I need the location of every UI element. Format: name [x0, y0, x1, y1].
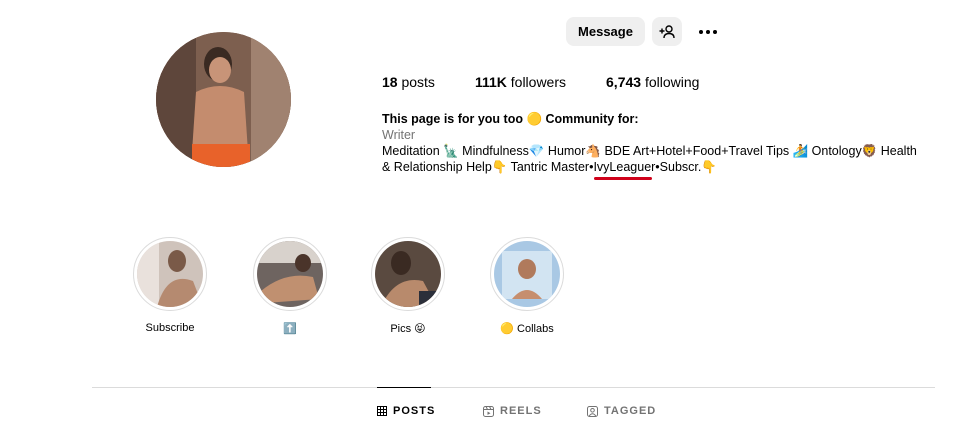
highlight-cover-image	[375, 241, 441, 307]
message-button[interactable]: Message	[566, 17, 645, 46]
highlight-cover-image	[257, 241, 323, 307]
bio-category: Writer	[382, 128, 416, 142]
tab-posts[interactable]: POSTS	[377, 405, 435, 417]
highlight-subscribe[interactable]: Subscribe	[133, 237, 207, 334]
tab-tagged[interactable]: TAGGED	[587, 405, 656, 417]
highlight-up[interactable]: ⬆️	[253, 237, 327, 335]
profile-avatar[interactable]	[156, 32, 291, 167]
profile-bio: This page is for you too 🟡 Community for…	[382, 111, 942, 180]
highlight-cover-image	[494, 241, 560, 307]
red-underline-annotation	[594, 177, 652, 180]
followers-stat[interactable]: 111K followers	[475, 74, 566, 90]
bio-title: This page is for you too 🟡 Community for…	[382, 112, 639, 126]
following-stat[interactable]: 6,743 following	[606, 74, 699, 90]
follow-button[interactable]	[652, 17, 682, 46]
bio-line-1: Meditation 🗽 Mindfulness💎 Humor🐴 BDE Art…	[382, 144, 917, 158]
highlight-collabs[interactable]: 🟡 Collabs	[490, 237, 564, 335]
tagged-icon	[587, 405, 598, 417]
reels-icon	[483, 405, 494, 417]
profile-stats: 18 posts 111K followers 6,743 following	[382, 74, 739, 90]
grid-icon	[377, 406, 387, 416]
person-add-icon	[659, 24, 675, 38]
posts-stat[interactable]: 18 posts	[382, 74, 435, 90]
highlight-label: Subscribe	[145, 322, 195, 334]
more-options-button[interactable]	[694, 18, 722, 45]
avatar-photo	[156, 32, 291, 167]
highlight-label: 🟡 Collabs	[500, 323, 554, 335]
tabs-divider	[92, 387, 935, 388]
active-tab-indicator	[377, 387, 431, 388]
more-options-icon	[699, 29, 717, 34]
tab-reels[interactable]: REELS	[483, 405, 542, 417]
highlight-label: ⬆️	[283, 323, 297, 335]
highlight-label: Pics 😝	[390, 323, 426, 335]
highlight-pics[interactable]: Pics 😝	[371, 237, 445, 335]
bio-line-2: & Relationship Help👇 Tantric Master•IvyL…	[382, 160, 717, 174]
highlight-cover-image	[137, 241, 203, 307]
